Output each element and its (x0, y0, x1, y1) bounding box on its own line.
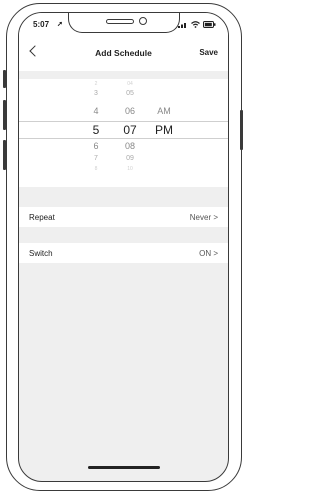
ampm-item[interactable]: AM (149, 106, 179, 116)
save-button[interactable]: Save (199, 48, 218, 57)
switch-row[interactable]: Switch ON > (19, 243, 228, 263)
switch-label: Switch (29, 249, 53, 258)
location-arrow-icon: ➚ (57, 21, 63, 28)
hour-item[interactable]: 4 (81, 106, 111, 116)
hour-item[interactable]: 8 (81, 166, 111, 172)
selection-line (19, 121, 228, 122)
minute-item-selected[interactable]: 07 (115, 123, 145, 137)
switch-value[interactable]: ON > (199, 249, 218, 258)
minute-item[interactable]: 05 (115, 90, 145, 97)
camera (138, 17, 147, 25)
battery-icon (203, 21, 216, 30)
speaker (105, 19, 134, 24)
hour-item[interactable]: 2 (81, 81, 111, 87)
minute-item[interactable]: 09 (115, 155, 145, 162)
hour-item[interactable]: 6 (81, 141, 111, 151)
side-button (3, 100, 6, 130)
nav-bar: Add Schedule Save (19, 39, 228, 71)
minute-item[interactable]: 10 (115, 166, 145, 172)
notch (67, 13, 180, 33)
side-button (3, 70, 6, 88)
page-title: Add Schedule (95, 48, 152, 58)
home-indicator[interactable] (87, 466, 160, 469)
minute-item[interactable]: 04 (115, 81, 145, 87)
hour-item[interactable]: 3 (81, 90, 111, 97)
repeat-value[interactable]: Never > (190, 213, 218, 222)
signal-icon (178, 21, 188, 30)
side-button (240, 110, 243, 150)
minute-item[interactable]: 08 (115, 141, 145, 151)
minute-item[interactable]: 06 (115, 106, 145, 116)
repeat-row[interactable]: Repeat Never > (19, 207, 228, 227)
status-icons (178, 21, 216, 30)
phone-screen: 5:07 ➚ Add Schedule Save 2 3 4 5 6 7 8 0… (18, 12, 229, 482)
repeat-label: Repeat (29, 213, 55, 222)
selection-line (19, 138, 228, 139)
side-button (3, 140, 6, 170)
status-time: 5:07 (33, 20, 50, 29)
time-picker[interactable]: 2 3 4 5 6 7 8 04 05 06 07 08 09 10 AM PM (19, 79, 228, 187)
hour-item[interactable]: 7 (81, 155, 111, 162)
wifi-icon (191, 21, 200, 30)
ampm-item-selected[interactable]: PM (149, 123, 179, 137)
hour-item-selected[interactable]: 5 (81, 123, 111, 137)
